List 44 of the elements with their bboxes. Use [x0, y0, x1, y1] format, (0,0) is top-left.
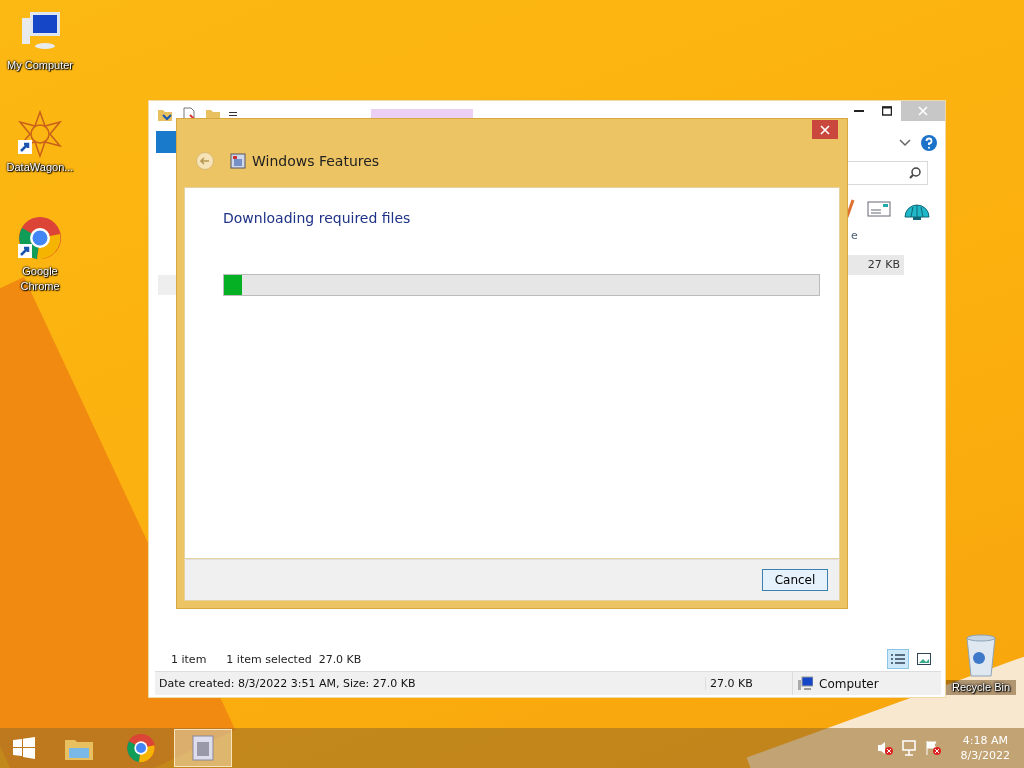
chrome-icon[interactable] — [16, 214, 64, 262]
column-header[interactable]: e — [851, 229, 911, 245]
location-label: Computer — [819, 676, 879, 691]
details-view-icon — [890, 653, 906, 665]
desktop-icon-label[interactable]: DataWagon... — [0, 160, 80, 175]
search-icon — [909, 167, 921, 179]
status-heading: Downloading required files — [223, 210, 412, 226]
pencil-icon[interactable] — [845, 199, 855, 219]
table-cell: 27 KB — [846, 255, 904, 275]
details-size: 27.0 KB — [705, 677, 792, 690]
desktop-icon-label[interactable]: Google Chrome — [15, 264, 65, 294]
item-count: 1 item — [171, 652, 207, 666]
minimize-icon — [854, 110, 864, 112]
desktop-icon-label[interactable]: Recycle Bin — [946, 680, 1016, 695]
back-button[interactable] — [196, 152, 214, 170]
details-view-button[interactable] — [887, 649, 909, 669]
dialog-title: Windows Features — [252, 153, 380, 169]
help-icon[interactable] — [921, 135, 937, 151]
maximize-icon — [882, 106, 892, 116]
clock-date: 8/3/2022 — [960, 748, 1010, 763]
features-icon — [230, 153, 246, 169]
speaker-muted-icon[interactable] — [876, 740, 893, 756]
computer-icon — [797, 675, 813, 692]
star-pattern-icon[interactable] — [16, 110, 64, 158]
network-icon[interactable] — [900, 740, 917, 756]
details-text: Date created: 8/3/2022 3:51 AM, Size: 27.0 KB — [158, 677, 417, 690]
flag-icon[interactable] — [924, 740, 941, 756]
close-icon — [820, 124, 830, 135]
chrome-icon — [125, 732, 157, 764]
windows-logo-icon — [13, 737, 35, 759]
taskbar-app-button[interactable] — [174, 729, 232, 767]
close-button[interactable] — [812, 120, 838, 139]
clock[interactable]: 4:18 AM 8/3/2022 — [960, 733, 1010, 763]
desktop-icon-label[interactable]: My Computer — [0, 58, 80, 73]
cancel-button[interactable]: Cancel — [762, 569, 828, 591]
envelope-icon[interactable] — [867, 201, 891, 217]
file-tab[interactable] — [156, 131, 177, 153]
close-icon — [918, 106, 928, 116]
clock-time: 4:18 AM — [962, 733, 1008, 748]
folder-icon — [157, 107, 173, 123]
picture-icon — [917, 653, 931, 665]
selection-info: 1 item selected 27.0 KB — [226, 652, 362, 666]
list-row — [158, 275, 178, 295]
chevron-down-icon[interactable] — [899, 139, 911, 147]
